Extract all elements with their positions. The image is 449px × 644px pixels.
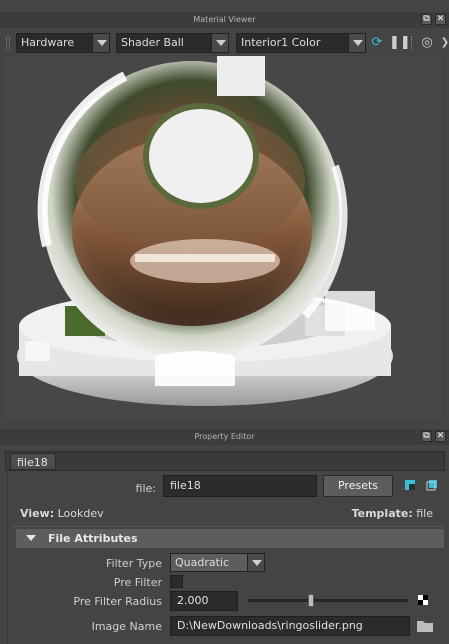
template-value: file xyxy=(416,507,433,520)
float-window-icon[interactable]: ⧉ xyxy=(421,14,432,25)
refresh-icon[interactable]: ⟳ xyxy=(369,35,385,51)
more-icon[interactable]: ❯ xyxy=(437,35,449,51)
geometry-value: Shader Ball xyxy=(121,36,184,49)
attribute-frame: file: file18 Presets View: Lookdev Templ… xyxy=(7,471,444,644)
toolbar-grip xyxy=(6,37,10,50)
shader-ball-render xyxy=(17,56,393,406)
filter-type-value: Quadratic xyxy=(175,556,230,569)
chevron-down-icon xyxy=(211,34,228,52)
file-attributes-section-header[interactable]: File Attributes xyxy=(16,529,444,548)
view-value: Lookdev xyxy=(57,507,104,520)
folder-icon[interactable] xyxy=(417,619,433,632)
close-icon[interactable]: ✕ xyxy=(435,14,446,25)
renderer-value: Hardware xyxy=(21,36,75,49)
file-label: file: xyxy=(135,482,156,495)
float-window-icon[interactable]: ⧉ xyxy=(421,431,432,442)
material-viewer-header: Material Viewer ⧉ ✕ xyxy=(0,12,449,28)
toolbar-separator xyxy=(411,36,413,50)
view-label: View: xyxy=(20,507,55,520)
pre-filter-radius-field[interactable]: 2.000 xyxy=(170,591,238,611)
filter-type-label: Filter Type xyxy=(105,557,162,570)
material-viewer-title: Material Viewer xyxy=(193,15,256,24)
geometry-dropdown[interactable]: Shader Ball xyxy=(116,33,229,53)
image-name-label: Image Name xyxy=(91,620,162,633)
map-button-icon[interactable] xyxy=(418,595,428,605)
pre-filter-radius-label: Pre Filter Radius xyxy=(73,595,162,608)
template-label: Template: xyxy=(351,507,413,520)
section-title: File Attributes xyxy=(48,532,138,545)
pause-icon[interactable]: ❚❚ xyxy=(389,35,411,51)
options-icon[interactable]: ◎ xyxy=(419,35,435,51)
pre-filter-label: Pre Filter xyxy=(113,576,162,589)
node-name-field[interactable]: file18 xyxy=(163,475,317,497)
renderer-dropdown[interactable]: Hardware xyxy=(16,33,110,53)
material-viewer-toolbar: Hardware Shader Ball Interior1 Color ⟳ ❚… xyxy=(0,31,449,55)
pre-filter-radius-slider-track[interactable] xyxy=(248,599,408,602)
chevron-down-icon xyxy=(92,34,109,52)
property-editor-title: Property Editor xyxy=(194,432,255,441)
pre-filter-radius-slider-handle[interactable] xyxy=(308,594,314,607)
close-icon[interactable]: ✕ xyxy=(435,431,446,442)
environment-value: Interior1 Color xyxy=(241,36,321,49)
view-info: View: Lookdev xyxy=(20,507,104,520)
tab-file18[interactable]: file18 xyxy=(10,453,56,470)
divider xyxy=(12,526,444,527)
filter-type-dropdown[interactable]: Quadratic xyxy=(170,553,265,572)
pre-filter-checkbox[interactable] xyxy=(170,575,183,588)
property-editor-header: Property Editor ⧉ ✕ xyxy=(0,429,449,445)
node-tab-bar: file18 xyxy=(5,451,445,471)
chevron-down-icon xyxy=(247,554,264,571)
chevron-down-icon xyxy=(348,34,365,52)
expand-triangle-icon xyxy=(26,535,36,541)
focus-icon[interactable] xyxy=(404,479,416,491)
copy-tab-icon[interactable] xyxy=(426,479,438,491)
property-editor-body: file18 file: file18 Presets View: Lookde… xyxy=(5,447,449,644)
environment-dropdown[interactable]: Interior1 Color xyxy=(236,33,366,53)
shader-ball-preview[interactable] xyxy=(5,56,441,420)
template-info: Template: file xyxy=(352,507,433,520)
image-name-field[interactable]: D:\NewDownloads\ringoslider.png xyxy=(170,616,410,636)
presets-button[interactable]: Presets xyxy=(323,475,393,497)
